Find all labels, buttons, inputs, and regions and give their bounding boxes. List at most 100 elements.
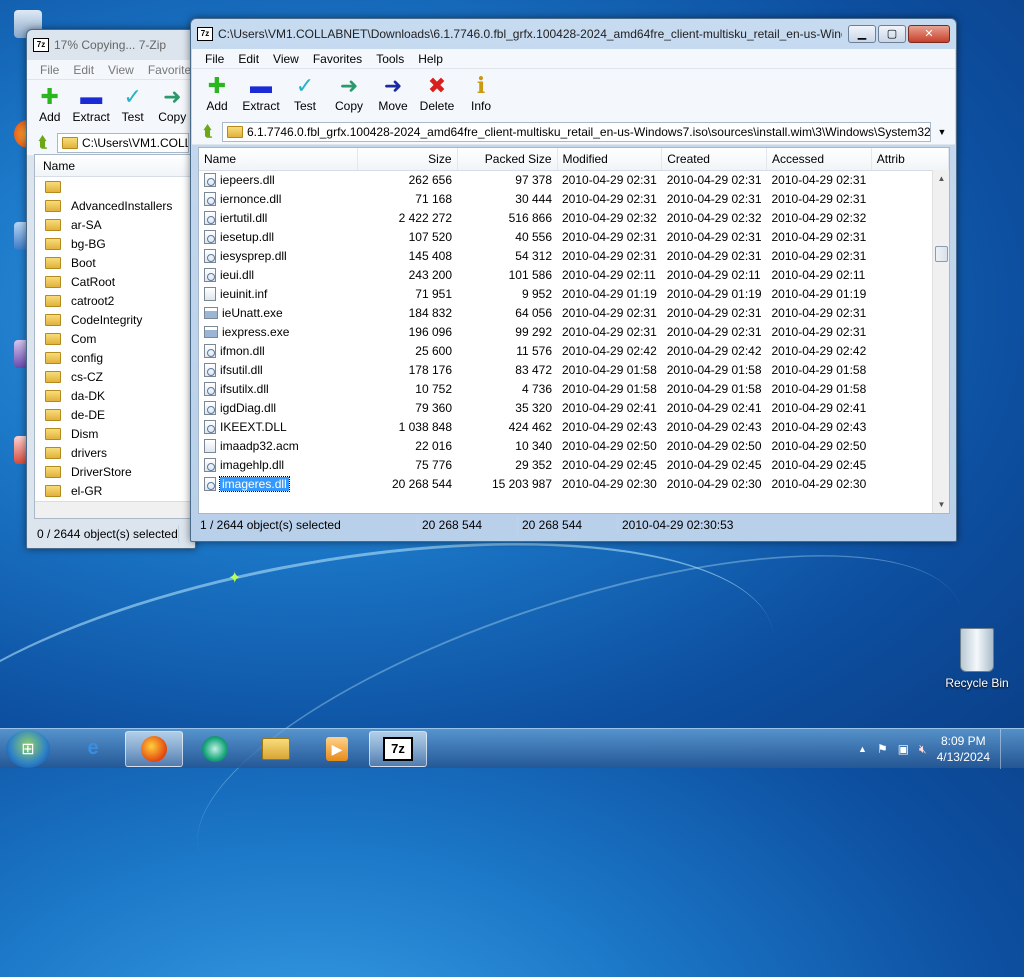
folder-list-item[interactable]: ar-SA [35,215,190,234]
copy-button[interactable]: ➜ Copy [330,73,368,113]
scrollbar-thumb[interactable] [935,246,948,262]
folder-list-item[interactable]: catroot2 [35,291,190,310]
folder-list-item[interactable]: config [35,348,190,367]
folder-list-item[interactable]: Dism [35,424,190,443]
recycle-bin[interactable]: Recycle Bin [944,628,1010,690]
taskbar-media-player-icon[interactable]: ▶ [308,731,366,767]
folder-list-item[interactable]: DriverStore [35,462,190,481]
up-folder-icon[interactable]: ⮬ [198,122,218,142]
folder-list-item[interactable]: Com [35,329,190,348]
taskbar-firefox-icon[interactable] [125,730,183,767]
folder-list-item[interactable]: da-DK [35,386,190,405]
table-row[interactable]: ieUnatt.exe 184 832 64 056 2010-04-29 02:31… [199,303,948,322]
background-7zip-window[interactable]: 7z 17% Copying... 7-Zip File Edit View F… [26,29,197,549]
table-row[interactable]: ifmon.dll 25 600 11 576 2010-04-29 02:42 201… [199,341,948,360]
table-row[interactable]: igdDiag.dll 79 360 35 320 2010-04-29 02:41 2… [199,398,948,417]
table-row[interactable]: imaadp32.acm 22 016 10 340 2010-04-29 02:50… [199,436,948,455]
column-size[interactable]: Size [357,148,458,171]
table-row[interactable]: imagehlp.dll 75 776 29 352 2010-04-29 02:45… [199,455,948,474]
show-desktop-button[interactable] [1000,729,1014,769]
vertical-scrollbar[interactable]: ▲ ▼ [932,170,949,513]
file-created: 2010-04-29 02:31 [666,324,762,339]
table-row[interactable]: iesysprep.dll 145 408 54 312 2010-04-29 02:… [199,246,948,265]
back-menu-view[interactable]: View [101,63,141,77]
column-accessed[interactable]: Accessed [766,148,872,171]
table-row[interactable]: iernonce.dll 71 168 30 444 2010-04-29 02:31… [199,189,948,208]
minimize-button[interactable]: ▁ [848,25,876,43]
test-button[interactable]: ✓ Test [286,73,324,113]
scroll-down-icon[interactable]: ▼ [933,496,949,513]
back-window-titlebar[interactable]: 7z 17% Copying... 7-Zip [27,30,195,60]
table-row[interactable]: iepeers.dll 262 656 97 378 2010-04-29 02:31… [199,170,948,189]
back-file-list[interactable]: Name AdvancedInstallers ar-SA bg-BG Boot Cat… [34,154,191,519]
back-up-folder-icon[interactable]: ⮬ [33,133,53,153]
taskbar-internet-explorer-icon[interactable]: e [64,731,122,767]
column-packed-size[interactable]: Packed Size [457,148,558,171]
column-created[interactable]: Created [661,148,767,171]
table-row[interactable]: imageres.dll 20 268 544 15 203 987 2010-04-… [199,474,948,493]
tray-expand-icon[interactable]: ▲ [858,744,867,754]
table-row[interactable]: IKEEXT.DLL 1 038 848 424 462 2010-04-29 02:… [199,417,948,436]
add-button[interactable]: ✚ Add [198,73,236,113]
back-menu-file[interactable]: File [33,63,66,77]
column-attrib[interactable]: Attrib [871,148,949,171]
action-center-flag-icon[interactable]: ⚑ [877,742,888,756]
menu-edit[interactable]: Edit [231,52,266,66]
folder-list-item[interactable]: drivers [35,443,190,462]
maximize-button[interactable]: ▢ [878,25,906,43]
menu-tools[interactable]: Tools [369,52,411,66]
back-copy-button[interactable]: ➜ Copy [155,84,189,124]
front-window-titlebar[interactable]: 7z C:\Users\VM1.COLLABNET\Downloads\6.1.… [191,19,956,49]
clock[interactable]: 8:09 PM 4/13/2024 [937,733,990,765]
menu-favorites[interactable]: Favorites [306,52,369,66]
folder-list-item[interactable]: Boot [35,253,190,272]
back-column-name[interactable]: Name [35,155,190,177]
table-row[interactable]: ieuinit.inf 71 951 9 952 2010-04-29 01:19 20… [199,284,948,303]
folder-list-item[interactable]: el-GR [35,481,190,500]
back-add-button[interactable]: ✚ Add [33,84,67,124]
back-path-field[interactable]: C:\Users\VM1.COLL [57,132,189,153]
menu-file[interactable]: File [198,52,231,66]
folder-list-item[interactable]: bg-BG [35,234,190,253]
folder-list-item[interactable]: CatRoot [35,272,190,291]
network-icon[interactable]: ▣ [898,742,909,756]
menu-help[interactable]: Help [411,52,450,66]
scroll-up-icon[interactable]: ▲ [933,170,949,187]
folder-list-item[interactable]: CodeIntegrity [35,310,190,329]
close-button[interactable]: ✕ [908,25,950,43]
back-extract-button[interactable]: ▬ Extract [73,84,110,124]
taskbar-file-explorer-icon[interactable] [247,731,305,767]
move-button[interactable]: ➜ Move [374,73,412,113]
file-list[interactable]: Name Size Packed Size Modified Created A… [198,147,950,514]
folder-list-item[interactable]: cs-CZ [35,367,190,386]
table-row[interactable]: ifsutil.dll 178 176 83 472 2010-04-29 01:58… [199,360,948,379]
menu-view[interactable]: View [266,52,306,66]
path-field[interactable]: 6.1.7746.0.fbl_grfx.100428-2024_amd64fre… [222,121,931,142]
table-row[interactable]: iertutil.dll 2 422 272 516 866 2010-04-29 0… [199,208,948,227]
back-menu-edit[interactable]: Edit [66,63,101,77]
extract-button[interactable]: ▬ Extract [242,73,280,113]
path-dropdown-icon[interactable]: ▼ [935,127,949,137]
column-modified[interactable]: Modified [557,148,663,171]
table-row[interactable]: ifsutilx.dll 10 752 4 736 2010-04-29 01:58 2… [199,379,948,398]
folder-list-item[interactable]: AdvancedInstallers [35,196,190,215]
folder-name: catroot2 [71,293,115,308]
file-table: Name Size Packed Size Modified Created A… [199,148,949,493]
folder-list-item[interactable]: de-DE [35,405,190,424]
table-row[interactable]: iexpress.exe 196 096 99 292 2010-04-29 02:3… [199,322,948,341]
delete-button[interactable]: ✖ Delete [418,73,456,113]
table-row[interactable]: iesetup.dll 107 520 40 556 2010-04-29 02:31… [199,227,948,246]
back-test-button[interactable]: ✓ Test [116,84,150,124]
info-button[interactable]: i Info [462,73,500,113]
back-horizontal-scrollbar[interactable] [35,501,190,518]
main-7zip-window[interactable]: 7z C:\Users\VM1.COLLABNET\Downloads\6.1.… [190,18,957,542]
start-orb-icon[interactable]: ⊞ [6,729,50,768]
back-statusbar: 0 / 2644 object(s) selected [35,524,179,544]
folder-list-item[interactable] [35,177,190,196]
taskbar-7zip-icon[interactable]: 7z [369,730,427,767]
column-name[interactable]: Name [199,148,358,171]
taskbar-chat-icon[interactable] [186,731,244,767]
table-row[interactable]: ieui.dll 243 200 101 586 2010-04-29 02:11 20… [199,265,948,284]
folder-icon [45,294,61,307]
volume-muted-icon[interactable]: 🔇︎ [919,742,927,757]
